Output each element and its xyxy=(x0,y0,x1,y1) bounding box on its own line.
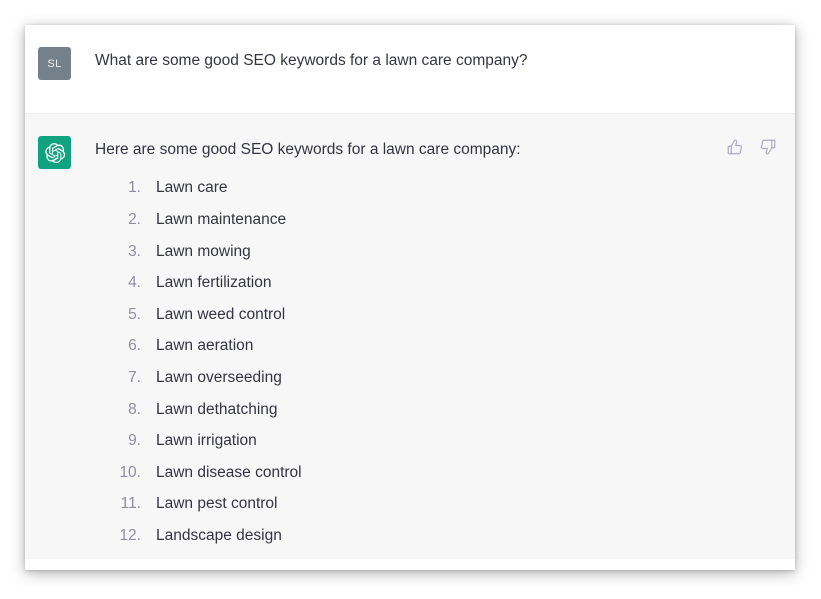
list-item-label: Lawn dethatching xyxy=(156,400,278,418)
list-item-number: 3. xyxy=(128,242,141,260)
list-item: 4. Lawn fertilization xyxy=(95,274,777,293)
assistant-message-text: Here are some good SEO keywords for a la… xyxy=(95,141,521,158)
list-item-number: 2. xyxy=(128,211,141,229)
assistant-avatar-column xyxy=(38,136,95,169)
list-item-number: 6. xyxy=(128,337,141,355)
list-item: 3. Lawn mowing xyxy=(95,243,777,262)
list-item-label: Lawn mowing xyxy=(156,242,251,260)
thumbs-up-button[interactable] xyxy=(725,137,744,156)
assistant-message-row: Here are some good SEO keywords for a la… xyxy=(25,114,795,559)
list-item-label: Lawn aeration xyxy=(156,337,254,355)
list-item-number: 4. xyxy=(128,274,141,292)
list-item-label: Landscape design xyxy=(156,527,282,544)
list-item-label: Lawn maintenance xyxy=(156,211,287,229)
list-item-label: Lawn weed control xyxy=(156,305,286,323)
chat-conversation-card: SL What are some good SEO keywords for a… xyxy=(25,25,795,570)
list-item-label: Lawn overseeding xyxy=(156,369,282,387)
list-item-number: 11. xyxy=(120,495,141,513)
list-item: 9. Lawn irrigation xyxy=(95,432,777,451)
feedback-controls xyxy=(725,137,777,156)
user-message-body: What are some good SEO keywords for a la… xyxy=(95,47,795,72)
list-item-number: 10. xyxy=(119,463,141,481)
user-message-text: What are some good SEO keywords for a la… xyxy=(95,52,528,69)
list-item: 2. Lawn maintenance xyxy=(95,211,777,230)
user-avatar: SL xyxy=(38,47,71,80)
list-item-number: 9. xyxy=(128,432,141,450)
list-item: 11. Lawn pest control xyxy=(95,495,777,514)
thumbs-down-icon xyxy=(759,138,777,156)
user-message-row: SL What are some good SEO keywords for a… xyxy=(25,25,795,114)
assistant-message-body: Here are some good SEO keywords for a la… xyxy=(95,136,795,559)
list-item: 5. Lawn weed control xyxy=(95,306,777,325)
list-item: 6. Lawn aeration xyxy=(95,337,777,356)
openai-logo-icon xyxy=(44,142,66,164)
list-item-number: 8. xyxy=(128,400,141,418)
keyword-list: 1. Lawn care 2. Lawn maintenance 3. Lawn… xyxy=(95,179,777,545)
list-item-label: Lawn care xyxy=(156,179,228,197)
list-item-number: 5. xyxy=(128,305,141,323)
user-avatar-column: SL xyxy=(38,47,95,80)
list-item: 8. Lawn dethatching xyxy=(95,401,777,420)
list-item-label: Lawn fertilization xyxy=(156,274,272,292)
list-item: 12. Landscape design xyxy=(95,527,777,546)
list-item-label: Lawn pest control xyxy=(156,495,278,513)
list-item-label: Lawn irrigation xyxy=(156,432,257,450)
list-item: 7. Lawn overseeding xyxy=(95,369,777,388)
list-item: 10. Lawn disease control xyxy=(95,464,777,483)
list-item: 1. Lawn care xyxy=(95,179,777,198)
list-item-number: 1. xyxy=(128,179,141,197)
screenshot-root: SL What are some good SEO keywords for a… xyxy=(0,0,821,599)
list-item-label: Lawn disease control xyxy=(156,463,302,481)
thumbs-down-button[interactable] xyxy=(758,137,777,156)
list-item-number: 7. xyxy=(128,369,141,387)
list-item-number: 12. xyxy=(119,527,141,544)
thumbs-up-icon xyxy=(726,138,744,156)
assistant-avatar xyxy=(38,136,71,169)
